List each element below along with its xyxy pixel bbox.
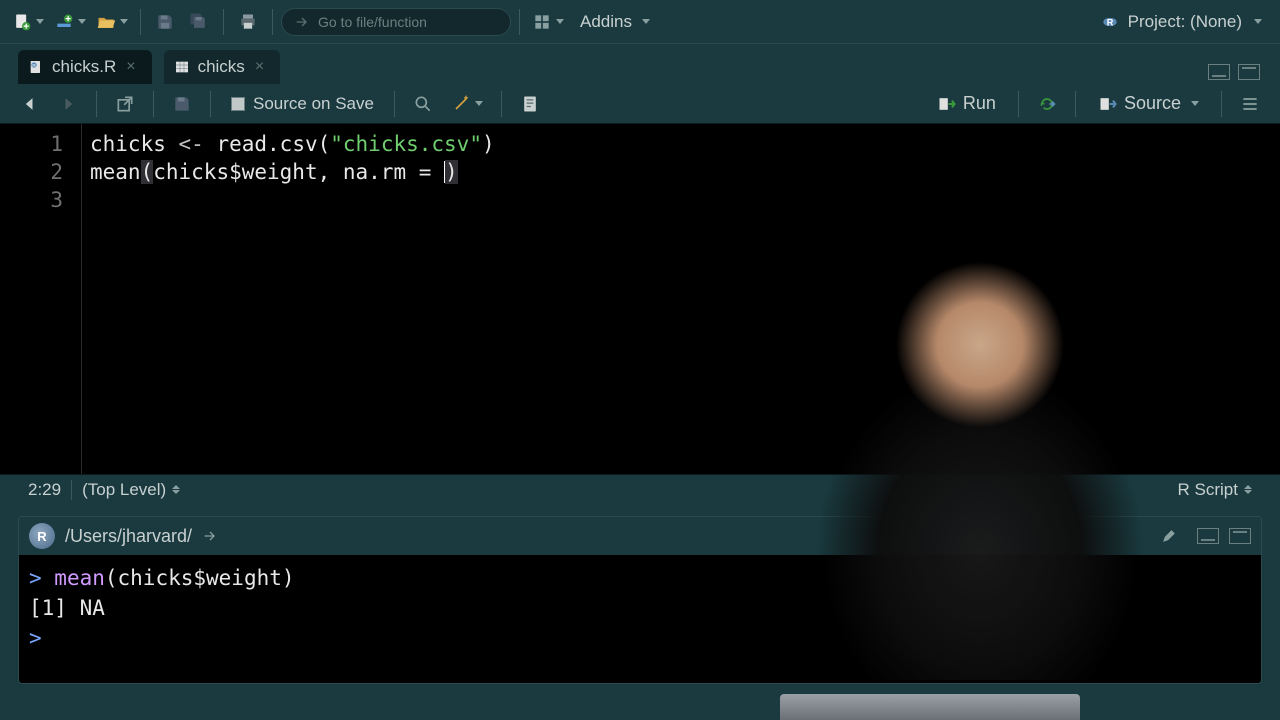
print-icon xyxy=(238,12,258,32)
tab-label: chicks xyxy=(198,57,245,77)
source-button[interactable]: Source xyxy=(1088,93,1209,114)
tab-close-button[interactable]: × xyxy=(253,58,266,76)
maximize-console-button[interactable] xyxy=(1229,528,1251,544)
show-in-new-window-button[interactable] xyxy=(109,89,141,119)
new-project-icon xyxy=(54,12,74,32)
line-gutter: 1 2 3 xyxy=(0,124,82,474)
new-file-icon xyxy=(12,12,32,32)
minimize-pane-button[interactable] xyxy=(1208,64,1230,80)
goto-arrow-icon xyxy=(294,14,310,30)
laptop-edge xyxy=(780,694,1080,720)
project-menu-button[interactable]: R Project: (None) xyxy=(1090,12,1272,32)
notebook-icon xyxy=(520,94,540,114)
source-on-save-label: Source on Save xyxy=(253,94,374,114)
print-button[interactable] xyxy=(232,6,264,38)
wand-icon xyxy=(451,94,471,114)
tab-close-button[interactable]: × xyxy=(124,58,137,76)
source-toolbar: Source on Save Run Source xyxy=(0,84,1280,124)
table-icon xyxy=(174,59,190,75)
line-number: 1 xyxy=(0,130,63,158)
editor-status-bar: 2:29 (Top Level) R Script xyxy=(0,474,1280,504)
compile-report-button[interactable] xyxy=(514,89,546,119)
save-all-icon xyxy=(189,12,209,32)
nav-back-button[interactable] xyxy=(14,89,46,119)
addins-label: Addins xyxy=(580,12,632,32)
console-body[interactable]: > mean(chicks$weight)[1] NA> xyxy=(19,555,1261,683)
editor-pane[interactable]: 1 2 3 chicks <- read.csv("chicks.csv")me… xyxy=(0,124,1280,474)
run-icon xyxy=(937,94,957,114)
new-file-button[interactable] xyxy=(8,6,48,38)
console-input-line: > mean(chicks$weight) xyxy=(29,563,1251,593)
code-tools-button[interactable] xyxy=(445,89,489,119)
outline-button[interactable] xyxy=(1234,89,1266,119)
save-button[interactable] xyxy=(149,6,181,38)
scope-indicator[interactable]: (Top Level) xyxy=(71,480,190,500)
console-output-line: [1] NA xyxy=(29,593,1251,623)
console-input-line: > xyxy=(29,623,1251,653)
open-file-button[interactable] xyxy=(92,6,132,38)
source-on-save-toggle[interactable]: Source on Save xyxy=(223,94,382,114)
file-type-indicator[interactable]: R Script xyxy=(1168,480,1262,500)
folder-open-icon xyxy=(96,12,116,32)
arrow-left-icon xyxy=(20,94,40,114)
goto-placeholder-text: Go to file/function xyxy=(318,14,427,30)
popout-icon xyxy=(115,94,135,114)
source-icon xyxy=(1098,94,1118,114)
console-pane: R /Users/jharvard/ > mean(chicks$weight)… xyxy=(18,516,1262,684)
cursor-position[interactable]: 2:29 xyxy=(18,480,71,500)
line-number: 3 xyxy=(0,186,63,214)
tab-chicks-data[interactable]: chicks × xyxy=(164,50,281,84)
goto-file-function-input[interactable]: Go to file/function xyxy=(281,8,511,36)
r-project-icon: R xyxy=(1100,12,1120,32)
rerun-button[interactable] xyxy=(1031,89,1063,119)
code-line: mean(chicks$weight, na.rm = ) xyxy=(90,158,1272,186)
tab-chicks-r[interactable]: R chicks.R × xyxy=(18,50,152,84)
run-button[interactable]: Run xyxy=(927,93,1006,114)
search-icon xyxy=(413,94,433,114)
main-toolbar: Go to file/function Addins R Project: (N… xyxy=(0,0,1280,44)
editor-tabs-row: R chicks.R × chicks × xyxy=(0,44,1280,84)
run-label: Run xyxy=(963,93,996,114)
r-logo-icon: R xyxy=(29,523,55,549)
save-all-button[interactable] xyxy=(183,6,215,38)
line-number: 2 xyxy=(0,158,63,186)
save-icon xyxy=(172,94,192,114)
checkbox-icon xyxy=(231,97,245,111)
minimize-console-button[interactable] xyxy=(1197,528,1219,544)
source-label: Source xyxy=(1124,93,1181,114)
grid-icon xyxy=(532,12,552,32)
tab-label: chicks.R xyxy=(52,57,116,77)
find-replace-button[interactable] xyxy=(407,89,439,119)
new-project-button[interactable] xyxy=(50,6,90,38)
code-line xyxy=(90,186,1272,214)
clear-console-icon[interactable] xyxy=(1159,526,1179,546)
grid-view-button[interactable] xyxy=(528,6,568,38)
r-file-icon: R xyxy=(28,59,44,75)
save-icon xyxy=(155,12,175,32)
editor-pane-controls xyxy=(1208,64,1260,80)
console-header: R /Users/jharvard/ xyxy=(19,517,1261,555)
outline-icon xyxy=(1240,94,1260,114)
working-directory[interactable]: /Users/jharvard/ xyxy=(65,526,192,547)
rerun-icon xyxy=(1037,94,1057,114)
code-line: chicks <- read.csv("chicks.csv") xyxy=(90,130,1272,158)
arrow-right-icon xyxy=(58,94,78,114)
project-label: Project: (None) xyxy=(1128,12,1242,32)
goto-dir-icon[interactable] xyxy=(202,528,218,544)
nav-forward-button[interactable] xyxy=(52,89,84,119)
addins-button[interactable]: Addins xyxy=(570,6,660,38)
maximize-pane-button[interactable] xyxy=(1238,64,1260,80)
svg-text:R: R xyxy=(1106,17,1113,27)
save-source-button[interactable] xyxy=(166,89,198,119)
code-area[interactable]: chicks <- read.csv("chicks.csv")mean(chi… xyxy=(82,124,1280,474)
